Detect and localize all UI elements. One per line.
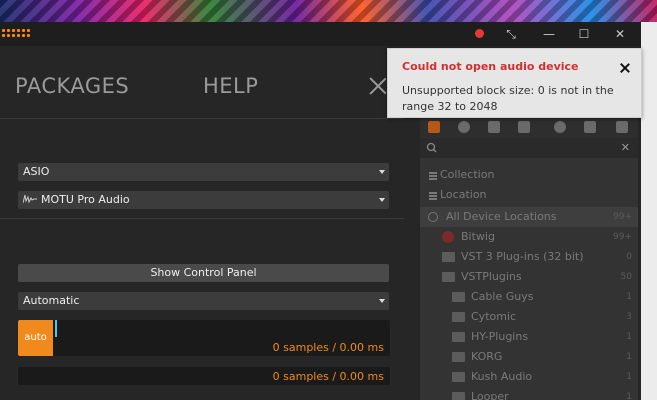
minimize-button[interactable]: — bbox=[541, 26, 557, 42]
desktop-wallpaper bbox=[0, 0, 657, 22]
file-icon[interactable] bbox=[584, 121, 596, 133]
folder-icon bbox=[442, 252, 455, 262]
close-window-button[interactable]: ✕ bbox=[612, 26, 628, 42]
globe-icon bbox=[428, 212, 438, 222]
chevron-down-icon bbox=[379, 198, 385, 202]
error-notification: Could not open audio device Unsupported … bbox=[387, 48, 642, 118]
list-item-label: All Device Locations bbox=[446, 210, 557, 223]
audio-device-select[interactable]: MOTU Pro Audio bbox=[18, 191, 389, 209]
chevron-down-icon bbox=[379, 170, 385, 174]
folder-icon bbox=[452, 372, 465, 382]
list-item[interactable]: VSTPlugins 50 bbox=[420, 267, 638, 287]
background-window bbox=[641, 22, 657, 400]
list-item[interactable]: Cytomic 3 bbox=[420, 307, 638, 327]
list-item[interactable]: Kush Audio 1 bbox=[420, 367, 638, 387]
buffer-marker[interactable] bbox=[55, 320, 57, 337]
section-collection[interactable]: Collection bbox=[420, 165, 638, 185]
device-icon[interactable] bbox=[428, 121, 440, 133]
audio-driver-value: ASIO bbox=[23, 165, 50, 178]
preset-icon[interactable] bbox=[554, 121, 566, 133]
notification-title: Could not open audio device bbox=[402, 60, 579, 73]
title-bar: ⤡ — ☐ ✕ bbox=[0, 22, 641, 46]
audio-waveform-icon bbox=[23, 194, 37, 204]
tab-help[interactable]: HELP bbox=[203, 74, 258, 98]
modulator-icon[interactable] bbox=[458, 121, 470, 133]
multisample-icon[interactable] bbox=[518, 121, 530, 133]
close-notification-icon[interactable] bbox=[619, 62, 631, 74]
list-item[interactable]: HY-Plugins 1 bbox=[420, 327, 638, 347]
resize-icon[interactable]: ⤡ bbox=[503, 26, 519, 42]
list-item[interactable]: KORG 1 bbox=[420, 347, 638, 367]
block-size-value: Automatic bbox=[23, 294, 80, 307]
folder-icon bbox=[452, 352, 465, 362]
browser-tabs bbox=[420, 116, 638, 138]
browser-panel: ✕ Collection Location All Device Locatio… bbox=[420, 116, 638, 400]
section-location[interactable]: Location bbox=[420, 185, 638, 205]
notification-message: Unsupported block size: 0 is not in the … bbox=[402, 84, 614, 113]
folder-icon bbox=[452, 312, 465, 322]
folder-icon bbox=[452, 332, 465, 342]
clear-search-icon[interactable]: ✕ bbox=[621, 141, 630, 154]
audio-device-value: MOTU Pro Audio bbox=[41, 193, 130, 206]
bitwig-icon bbox=[442, 231, 454, 243]
list-item[interactable]: Bitwig 99+ bbox=[420, 227, 638, 247]
close-settings-icon[interactable] bbox=[368, 76, 388, 96]
buffer-size-slider[interactable]: auto 0 samples / 0.00 ms bbox=[18, 320, 390, 356]
settings-panel: PACKAGES HELP ASIO MOTU Pro Audio Show C… bbox=[0, 46, 404, 400]
browser-search[interactable]: ✕ bbox=[420, 138, 638, 158]
list-item[interactable]: All Device Locations 99+ bbox=[420, 207, 638, 227]
list-item[interactable]: VST 3 Plug-ins (32 bit) 0 bbox=[420, 247, 638, 267]
clip-icon[interactable] bbox=[488, 121, 500, 133]
output-latency-bar: 0 samples / 0.00 ms bbox=[18, 367, 390, 385]
list-item[interactable]: Looper 1 bbox=[420, 387, 638, 400]
list-item[interactable]: Cable Guys 1 bbox=[420, 287, 638, 307]
record-indicator-icon bbox=[475, 29, 484, 38]
bitwig-logo-icon bbox=[2, 29, 32, 39]
block-size-select[interactable]: Automatic bbox=[18, 292, 389, 310]
chevron-down-icon bbox=[379, 299, 385, 303]
divider bbox=[0, 118, 404, 119]
input-latency-text: 0 samples / 0.00 ms bbox=[272, 341, 384, 354]
search-icon bbox=[426, 142, 437, 153]
folder-icon bbox=[442, 272, 455, 282]
auto-buffer-button[interactable]: auto bbox=[18, 320, 53, 356]
show-control-panel-button[interactable]: Show Control Panel bbox=[18, 264, 389, 282]
maximize-button[interactable]: ☐ bbox=[576, 26, 592, 42]
monitor-icon[interactable] bbox=[616, 121, 628, 133]
tab-packages[interactable]: PACKAGES bbox=[15, 74, 129, 98]
divider bbox=[0, 218, 404, 219]
audio-driver-select[interactable]: ASIO bbox=[18, 163, 389, 181]
folder-icon bbox=[452, 292, 465, 302]
output-latency-text: 0 samples / 0.00 ms bbox=[272, 370, 384, 383]
folder-icon bbox=[452, 392, 465, 400]
